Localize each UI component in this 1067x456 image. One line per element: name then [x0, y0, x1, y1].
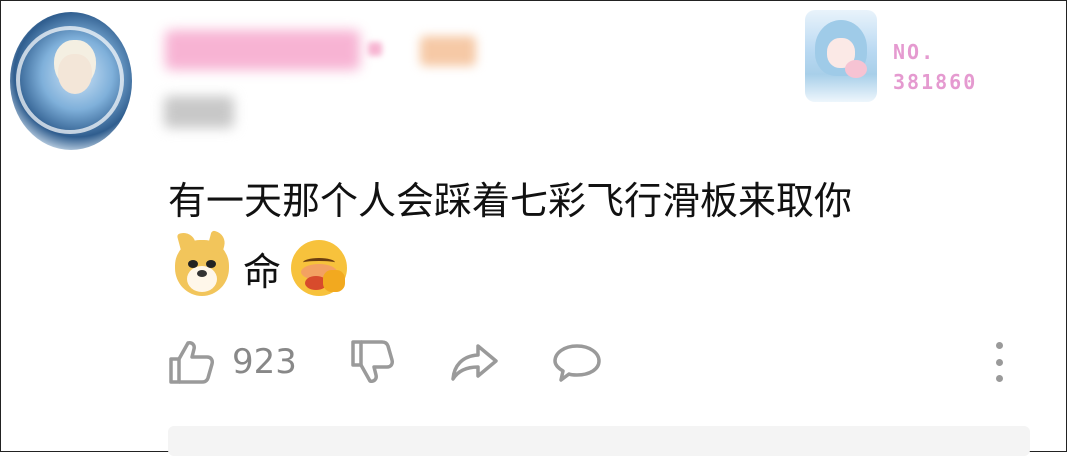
dislike-button[interactable] [350, 338, 396, 386]
thumbs-up-icon [169, 341, 214, 384]
thumbs-down-icon [351, 340, 394, 383]
comment-text-continuation: 命 [243, 249, 282, 294]
fan-badge-prefix: NO. [893, 40, 936, 64]
comment-icon [553, 344, 601, 382]
avatar-character [58, 54, 92, 94]
share-button[interactable] [450, 342, 500, 382]
fan-badge-image[interactable] [805, 10, 877, 102]
username-blurred[interactable] [165, 30, 360, 70]
comment-text: 有一天那个人会踩着七彩飞行滑板来取你 [168, 179, 853, 223]
reply-button[interactable] [552, 342, 602, 384]
comment-text-line2: 命 [175, 230, 348, 298]
username-chevron-icon [368, 42, 382, 56]
comment-card [0, 0, 1067, 452]
badge-flower [845, 60, 867, 78]
like-button[interactable]: 923 [166, 338, 297, 386]
shy-emoji [291, 240, 348, 296]
like-count: 923 [232, 342, 297, 382]
doge-emoji [175, 230, 229, 296]
user-level-badge-blurred [420, 36, 476, 66]
fan-badge-number: 381860 [893, 70, 978, 94]
user-avatar[interactable] [10, 12, 132, 150]
share-icon [451, 344, 498, 381]
more-vertical-icon[interactable] [992, 342, 1006, 382]
comment-time-blurred [164, 96, 234, 128]
